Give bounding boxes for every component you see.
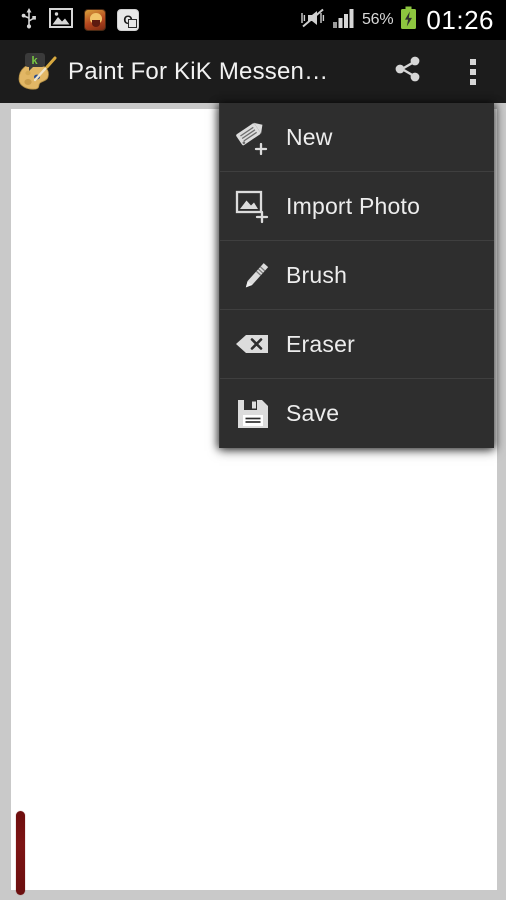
- menu-item-import-photo[interactable]: Import Photo: [220, 172, 494, 241]
- status-bar-system-icons: 56% 01:26: [300, 6, 506, 35]
- vibrate-muted-icon: [300, 7, 326, 34]
- menu-item-label: Brush: [286, 261, 348, 288]
- android-screen: O: [0, 0, 506, 900]
- red-brush-stroke: [16, 811, 25, 895]
- menu-item-brush[interactable]: Brush: [220, 241, 494, 310]
- overflow-menu-button[interactable]: [440, 40, 506, 103]
- image-plus-icon: [220, 186, 286, 226]
- menu-item-label: New: [286, 123, 333, 150]
- overflow-dropdown-menu: New Import Photo Brush Eraser Save: [219, 103, 494, 448]
- gallery-icon: [49, 7, 73, 33]
- share-button[interactable]: [374, 40, 440, 103]
- svg-text:k: k: [32, 55, 39, 67]
- paint-palette-kik-icon: k: [14, 51, 60, 93]
- pencil-icon: [220, 255, 286, 295]
- usb-icon: [20, 7, 38, 34]
- outlook-flag: [128, 19, 137, 28]
- share-icon: [391, 53, 423, 90]
- menu-item-eraser[interactable]: Eraser: [220, 310, 494, 379]
- status-bar-notifications: O: [0, 7, 139, 34]
- new-note-plus-icon: [220, 117, 286, 157]
- status-bar: O: [0, 0, 506, 40]
- battery-percent-label: 56%: [361, 11, 394, 28]
- menu-item-new[interactable]: New: [220, 103, 494, 172]
- signal-bars-icon: [332, 8, 355, 33]
- floppy-disk-icon: [220, 394, 286, 434]
- clock-label: 01:26: [426, 5, 494, 35]
- action-bar: k Paint For KiK Messen…: [0, 40, 506, 103]
- menu-item-label: Save: [286, 400, 340, 426]
- overflow-menu-icon: [470, 58, 476, 85]
- clash-of-clans-notification-icon: [84, 9, 106, 31]
- action-bar-buttons: [374, 40, 506, 103]
- eraser-backspace-icon: [220, 324, 286, 364]
- battery-charging-icon: [400, 6, 417, 35]
- menu-item-label: Eraser: [286, 330, 355, 357]
- menu-item-label: Import Photo: [286, 192, 421, 219]
- page-title: Paint For KiK Messen…: [68, 57, 329, 85]
- menu-item-save[interactable]: Save: [220, 379, 494, 448]
- outlook-notification-icon: O: [117, 9, 139, 31]
